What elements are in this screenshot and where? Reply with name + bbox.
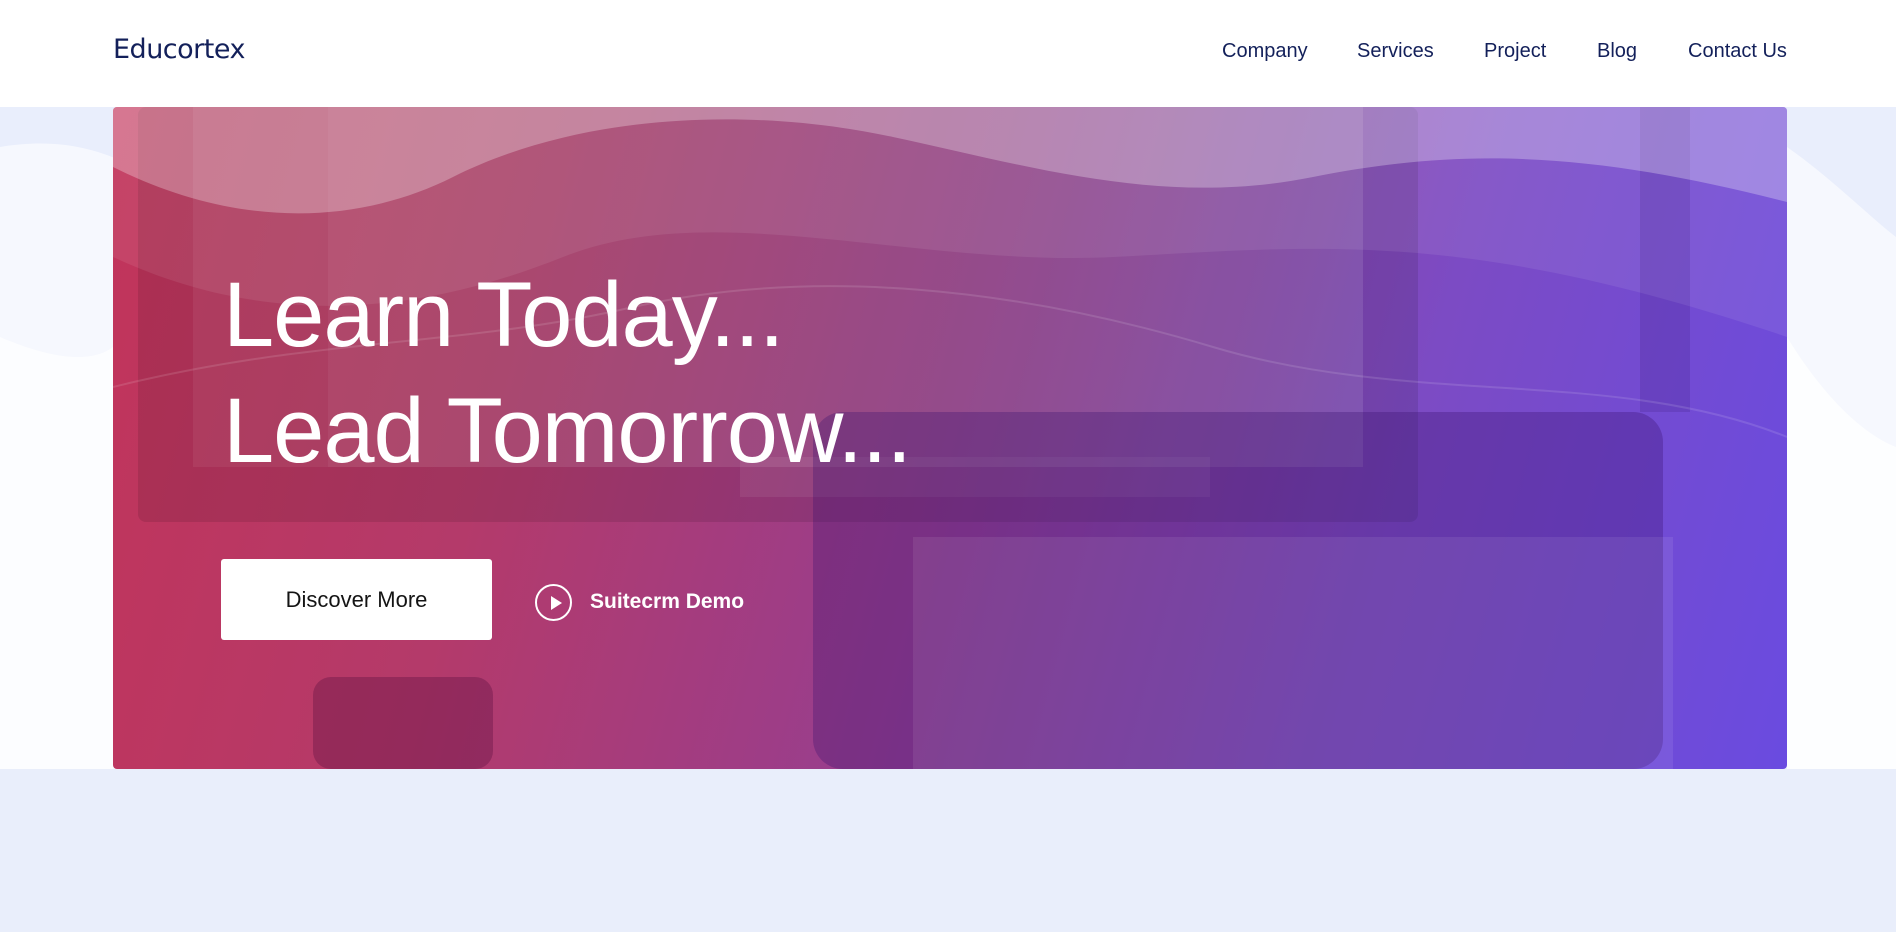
nav-services[interactable]: Services xyxy=(1357,40,1434,63)
hero-headline: Learn Today... Lead Tomorrow... xyxy=(223,257,912,489)
nav-blog[interactable]: Blog xyxy=(1597,40,1637,63)
discover-more-button[interactable]: Discover More xyxy=(221,559,492,640)
suitecrm-demo-label[interactable]: Suitecrm Demo xyxy=(590,590,744,614)
site-header: Educortex Company Services Project Blog … xyxy=(0,0,1896,107)
nav-project[interactable]: Project xyxy=(1484,40,1546,63)
nav-company[interactable]: Company xyxy=(1222,40,1308,63)
suitecrm-demo-link[interactable]: Suitecrm Demo xyxy=(535,583,744,621)
headline-line-2: Lead Tomorrow... xyxy=(223,380,912,482)
nav-contact-us[interactable]: Contact Us xyxy=(1688,40,1787,63)
lower-section xyxy=(0,769,1896,932)
hero-banner: Learn Today... Lead Tomorrow... Discover… xyxy=(113,107,1787,769)
play-icon[interactable] xyxy=(535,583,572,621)
main-nav: Company Services Project Blog Contact Us xyxy=(0,40,1896,70)
landing-page: Educortex Company Services Project Blog … xyxy=(0,0,1896,932)
headline-line-1: Learn Today... xyxy=(223,264,785,366)
